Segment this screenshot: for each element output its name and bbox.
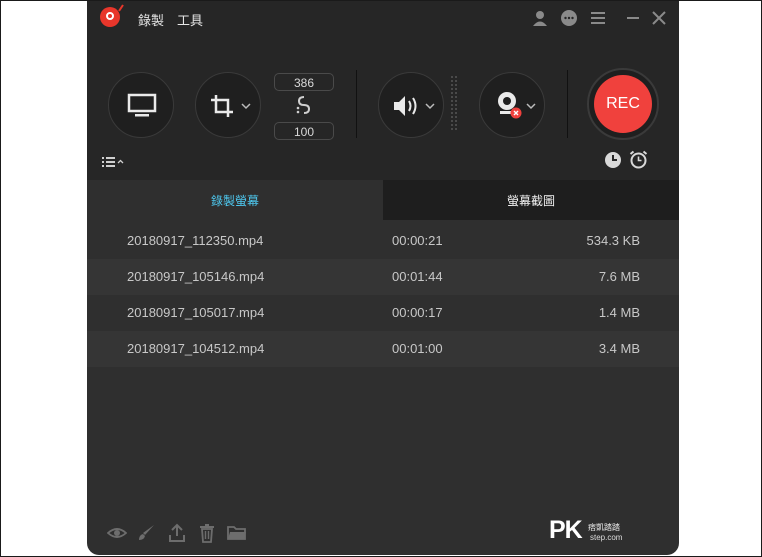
file-name: 20180917_105017.mp4 [127,305,265,320]
file-size: 534.3 KB [586,233,641,248]
minimize-icon[interactable] [624,9,642,27]
file-duration: 00:00:21 [392,233,443,248]
file-name: 20180917_104512.mp4 [127,341,265,356]
fullscreen-button[interactable] [108,72,174,138]
file-size: 3.4 MB [598,341,640,356]
folder-icon[interactable] [227,523,247,543]
file-size: 1.4 MB [598,305,640,320]
menu-tools[interactable]: 工具 [177,10,203,29]
table-row[interactable]: 20180917_105017.mp4 00:00:17 1.4 MB [87,295,679,331]
close-icon[interactable] [650,9,668,27]
share-icon[interactable] [167,523,187,543]
recorder-window: 錄製 工具 386 100 REC 錄製螢幕 螢幕截圖 20180917_112… [87,1,679,555]
preview-icon[interactable] [107,523,127,543]
table-row[interactable]: 20180917_105146.mp4 00:01:44 7.6 MB [87,259,679,295]
alarm-icon[interactable] [629,150,648,169]
file-duration: 00:01:44 [392,269,443,284]
app-logo [100,7,120,27]
list-toggle-icon[interactable] [102,156,124,168]
monitor-icon [127,93,157,117]
rec-button[interactable]: REC [594,75,652,133]
title-bar: 錄製 工具 [87,1,679,34]
file-duration: 00:00:17 [392,305,443,320]
tab-screenshots[interactable]: 螢幕截圖 [383,180,679,220]
table-row[interactable]: 20180917_112350.mp4 00:00:21 534.3 KB [87,223,679,259]
height-field[interactable]: 100 [274,122,334,140]
link-aspect-icon[interactable] [295,95,313,115]
account-icon[interactable] [531,9,549,27]
delete-icon[interactable] [197,523,217,543]
webcam-icon [498,92,522,119]
file-size: 7.6 MB [598,269,640,284]
control-panel: 386 100 REC [87,34,679,180]
tab-screen-recordings[interactable]: 錄製螢幕 [87,180,383,220]
chevron-down-icon [241,103,251,110]
divider [567,70,568,138]
menu-record[interactable]: 錄製 [138,10,164,29]
watermark: PK 痞凱踏踏 step.com [549,516,622,545]
chevron-down-icon [526,103,536,110]
webcam-button[interactable] [479,72,545,138]
system-sound-button[interactable] [378,72,444,138]
menu-icon[interactable] [589,9,607,27]
chevron-down-icon [425,103,435,110]
logo-spark-icon [118,4,124,12]
schedule-clock-icon[interactable] [604,151,622,169]
watermark-url: step.com [590,533,623,542]
file-name: 20180917_112350.mp4 [127,233,264,248]
width-field[interactable]: 386 [274,73,334,91]
custom-region-button[interactable] [195,72,261,138]
edit-icon[interactable] [137,523,157,543]
feedback-icon[interactable] [560,9,578,27]
speaker-icon [394,96,417,116]
divider [356,70,357,138]
table-row[interactable]: 20180917_104512.mp4 00:01:00 3.4 MB [87,331,679,367]
watermark-sub: 痞凱踏踏 [588,523,620,532]
file-name: 20180917_105146.mp4 [127,269,265,284]
file-duration: 00:01:00 [392,341,443,356]
watermark-pk: PK [549,516,583,544]
crop-icon [211,95,233,117]
volume-meter [451,76,457,130]
tab-bar: 錄製螢幕 螢幕截圖 [87,180,679,220]
